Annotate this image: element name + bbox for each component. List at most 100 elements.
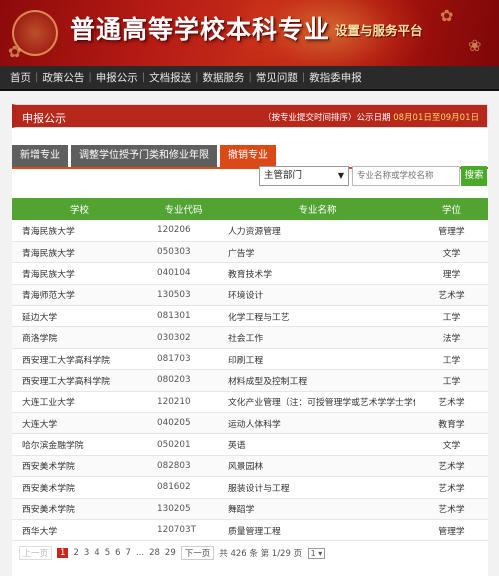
nav-separator: | [35, 72, 39, 83]
nav-item-announcement[interactable]: 申报公示 [96, 70, 138, 85]
cell-code: 120703T [147, 519, 220, 542]
page-ellipsis: ... [135, 548, 145, 558]
cell-major: 广告学 [220, 241, 415, 264]
table-body: 青海民族大学 120206 人力资源管理 管理学 青海民族大学 050303 广告学 文学 青海… [12, 220, 488, 542]
cell-school: 延边大学 [12, 305, 147, 328]
search-input[interactable] [352, 166, 460, 186]
cell-code: 081703 [147, 348, 220, 371]
pagination: 上一页 1 2 3 4 5 6 7 ... 28 29 下一页 共 426 条 … [16, 546, 326, 560]
site-banner: ✿ ❀ ✿ 普通高等学校本科专业 设置与服务平台 [0, 0, 499, 66]
nav-item-documents[interactable]: 文档报送 [149, 70, 191, 85]
cell-major: 服装设计与工程 [220, 476, 415, 499]
cell-major: 人力资源管理 [220, 220, 415, 242]
table-row: 西安理工大学高科学院 081703 印刷工程 工学 [12, 348, 488, 371]
nav-item-data[interactable]: 数据服务 [203, 70, 245, 85]
nav-separator: | [248, 72, 252, 83]
cell-code: 030302 [147, 326, 220, 349]
flower-icon: ❀ [468, 36, 482, 55]
nav-separator: | [141, 72, 146, 83]
table-row: 商洛学院 030302 社会工作 法学 [12, 326, 488, 349]
search-button[interactable]: 搜索 [461, 166, 487, 186]
nav-item-home[interactable]: 首页 [10, 70, 31, 85]
tab-adjust-degree[interactable]: 调整学位授予门类和修业年限 [71, 145, 217, 167]
cell-major: 教育技术学 [220, 262, 415, 285]
page-number-current[interactable]: 1 [57, 548, 69, 558]
table-header-row: 学校 专业代码 专业名称 学位 [12, 198, 488, 220]
results-table: 学校 专业代码 专业名称 学位 青海民族大学 120206 人力资源管理 管理学青海民… [12, 198, 488, 542]
cell-school: 大连大学 [12, 412, 147, 435]
content-panel: 申报公示 （按专业提交时间排序）公示日期 08月01日至09月01日 新增专业 … [12, 104, 488, 576]
cell-school: 大连工业大学 [12, 391, 147, 414]
column-header-degree[interactable]: 学位 [415, 198, 488, 220]
page-number[interactable]: 29 [165, 548, 176, 558]
site-title: 普通高等学校本科专业 [70, 15, 331, 44]
page-number[interactable]: 5 [105, 548, 110, 558]
page-number[interactable]: 3 [84, 548, 89, 558]
prev-page-button[interactable]: 上一页 [18, 546, 53, 560]
page-number[interactable]: 4 [94, 548, 99, 558]
table-row: 青海民族大学 040104 教育技术学 理学 [12, 262, 488, 285]
site-subtitle: 设置与服务平台 [335, 23, 423, 38]
cell-code: 080203 [147, 369, 220, 392]
nav-item-committee[interactable]: 教指委申报 [309, 70, 362, 85]
cell-code: 050303 [147, 241, 220, 264]
cell-code: 050201 [147, 433, 220, 456]
cell-major: 社会工作 [220, 326, 415, 349]
cell-school: 青海民族大学 [12, 241, 147, 264]
tab-revoke-major[interactable]: 撤销专业 [220, 145, 276, 167]
table-row: 哈尔滨金融学院 050201 英语 文学 [12, 433, 488, 456]
page-select[interactable]: 1 ▾ [307, 547, 326, 559]
cell-degree: 艺术学 [415, 498, 488, 520]
nav-separator: | [195, 72, 199, 83]
cell-code: 081301 [147, 305, 220, 328]
cell-degree: 理学 [415, 262, 488, 285]
cell-school: 西安美术学院 [12, 498, 147, 520]
cell-major: 环境设计 [220, 284, 415, 307]
announcement-date-range: 08月01日至09月01日 [393, 113, 479, 123]
page-number[interactable]: 6 [115, 548, 120, 558]
cell-school: 西安理工大学高科学院 [12, 348, 147, 371]
table-row: 西安理工大学高科学院 080203 材料成型及控制工程 工学 [12, 369, 488, 392]
column-header-school[interactable]: 学校 [12, 198, 147, 220]
cell-code: 120206 [147, 220, 220, 242]
page-number[interactable]: 7 [126, 548, 131, 558]
cell-school: 商洛学院 [12, 326, 147, 349]
cell-degree: 教育学 [415, 412, 488, 435]
cell-code: 130205 [147, 498, 220, 520]
cell-major: 印刷工程 [220, 348, 415, 371]
cell-major: 文化产业管理（注：可授管理学或艺术学学士学位） [220, 391, 415, 414]
cell-major: 舞蹈学 [220, 498, 415, 520]
page-number[interactable]: 2 [73, 548, 78, 558]
cell-degree: 工学 [415, 369, 488, 392]
cell-code: 130503 [147, 284, 220, 307]
cell-degree: 艺术学 [415, 284, 488, 307]
table-row: 西安美术学院 081602 服装设计与工程 艺术学 [12, 476, 488, 499]
announcement-date-info: （按专业提交时间排序）公示日期 08月01日至09月01日 [263, 111, 479, 123]
cell-school: 哈尔滨金融学院 [12, 433, 147, 456]
cell-major: 化学工程与工艺 [220, 305, 415, 328]
sort-note: （按专业提交时间排序）公示日期 [263, 113, 391, 123]
table-row: 大连工业大学 120210 文化产业管理（注：可授管理学或艺术学学士学位） 艺术学 [12, 391, 488, 414]
cell-school: 西安理工大学高科学院 [12, 369, 147, 392]
nav-item-policy[interactable]: 政策公告 [42, 70, 84, 85]
column-header-code[interactable]: 专业代码 [147, 198, 220, 220]
section-title: 申报公示 [22, 112, 66, 125]
main-nav: 首页 | 政策公告 | 申报公示 | 文档报送 | 数据服务 | 常见问题 | … [0, 66, 499, 91]
page-number[interactable]: 28 [149, 548, 160, 558]
table-row: 西安美术学院 130205 舞蹈学 艺术学 [12, 498, 488, 520]
table-row: 西安美术学院 082803 风景园林 艺术学 [12, 455, 488, 478]
next-page-button[interactable]: 下一页 [180, 546, 215, 560]
nav-item-faq[interactable]: 常见问题 [256, 70, 298, 85]
department-select[interactable]: 主管部门 ▼ [259, 166, 349, 186]
cell-degree: 管理学 [415, 220, 488, 242]
flower-icon: ✿ [8, 42, 22, 61]
table-row: 大连大学 040205 运动人体科学 教育学 [12, 412, 488, 435]
cell-school: 西安美术学院 [12, 476, 147, 499]
page-select-value: 1 [310, 548, 316, 558]
department-select-value: 主管部门 [264, 170, 303, 181]
tab-new-major[interactable]: 新增专业 [12, 145, 68, 167]
cell-degree: 工学 [415, 305, 488, 328]
table-row: 西华大学 120703T 质量管理工程 管理学 [12, 519, 488, 542]
cell-school: 青海师范大学 [12, 284, 147, 307]
column-header-major[interactable]: 专业名称 [220, 198, 415, 220]
